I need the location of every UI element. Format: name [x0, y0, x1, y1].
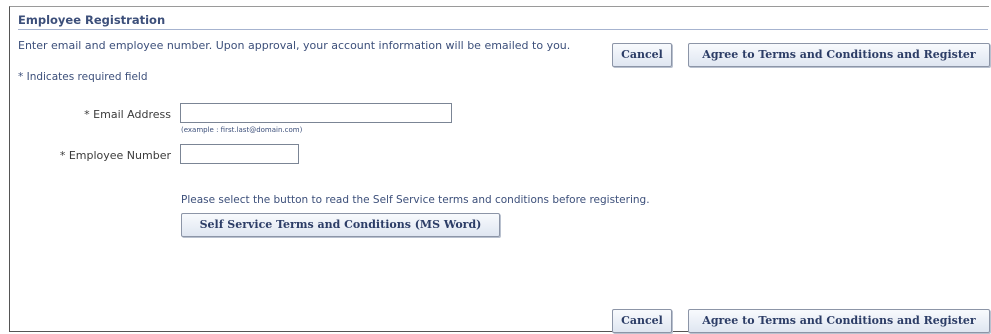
email-example-hint: (example : first.last@domain.com): [181, 126, 303, 134]
required-star: *: [18, 71, 24, 83]
email-address-label: * Email Address: [84, 108, 171, 121]
employee-number-label: * Employee Number: [59, 149, 171, 162]
required-field-note: * Indicates required field: [18, 71, 148, 83]
page-title: Employee Registration: [18, 13, 166, 27]
email-address-field[interactable]: [180, 103, 452, 123]
terms-and-conditions-button[interactable]: Self Service Terms and Conditions (MS Wo…: [181, 213, 500, 237]
employee-number-field[interactable]: [180, 144, 299, 164]
instructions-text: Enter email and employee number. Upon ap…: [18, 39, 571, 52]
agree-register-button-top[interactable]: Agree to Terms and Conditions and Regist…: [688, 43, 990, 67]
title-divider: [18, 29, 988, 30]
terms-instructions-text: Please select the button to read the Sel…: [181, 194, 650, 206]
required-note-text: Indicates required field: [26, 71, 148, 83]
cancel-button-bottom[interactable]: Cancel: [612, 309, 672, 333]
cancel-button-top[interactable]: Cancel: [612, 43, 672, 67]
agree-register-button-bottom[interactable]: Agree to Terms and Conditions and Regist…: [688, 309, 990, 333]
